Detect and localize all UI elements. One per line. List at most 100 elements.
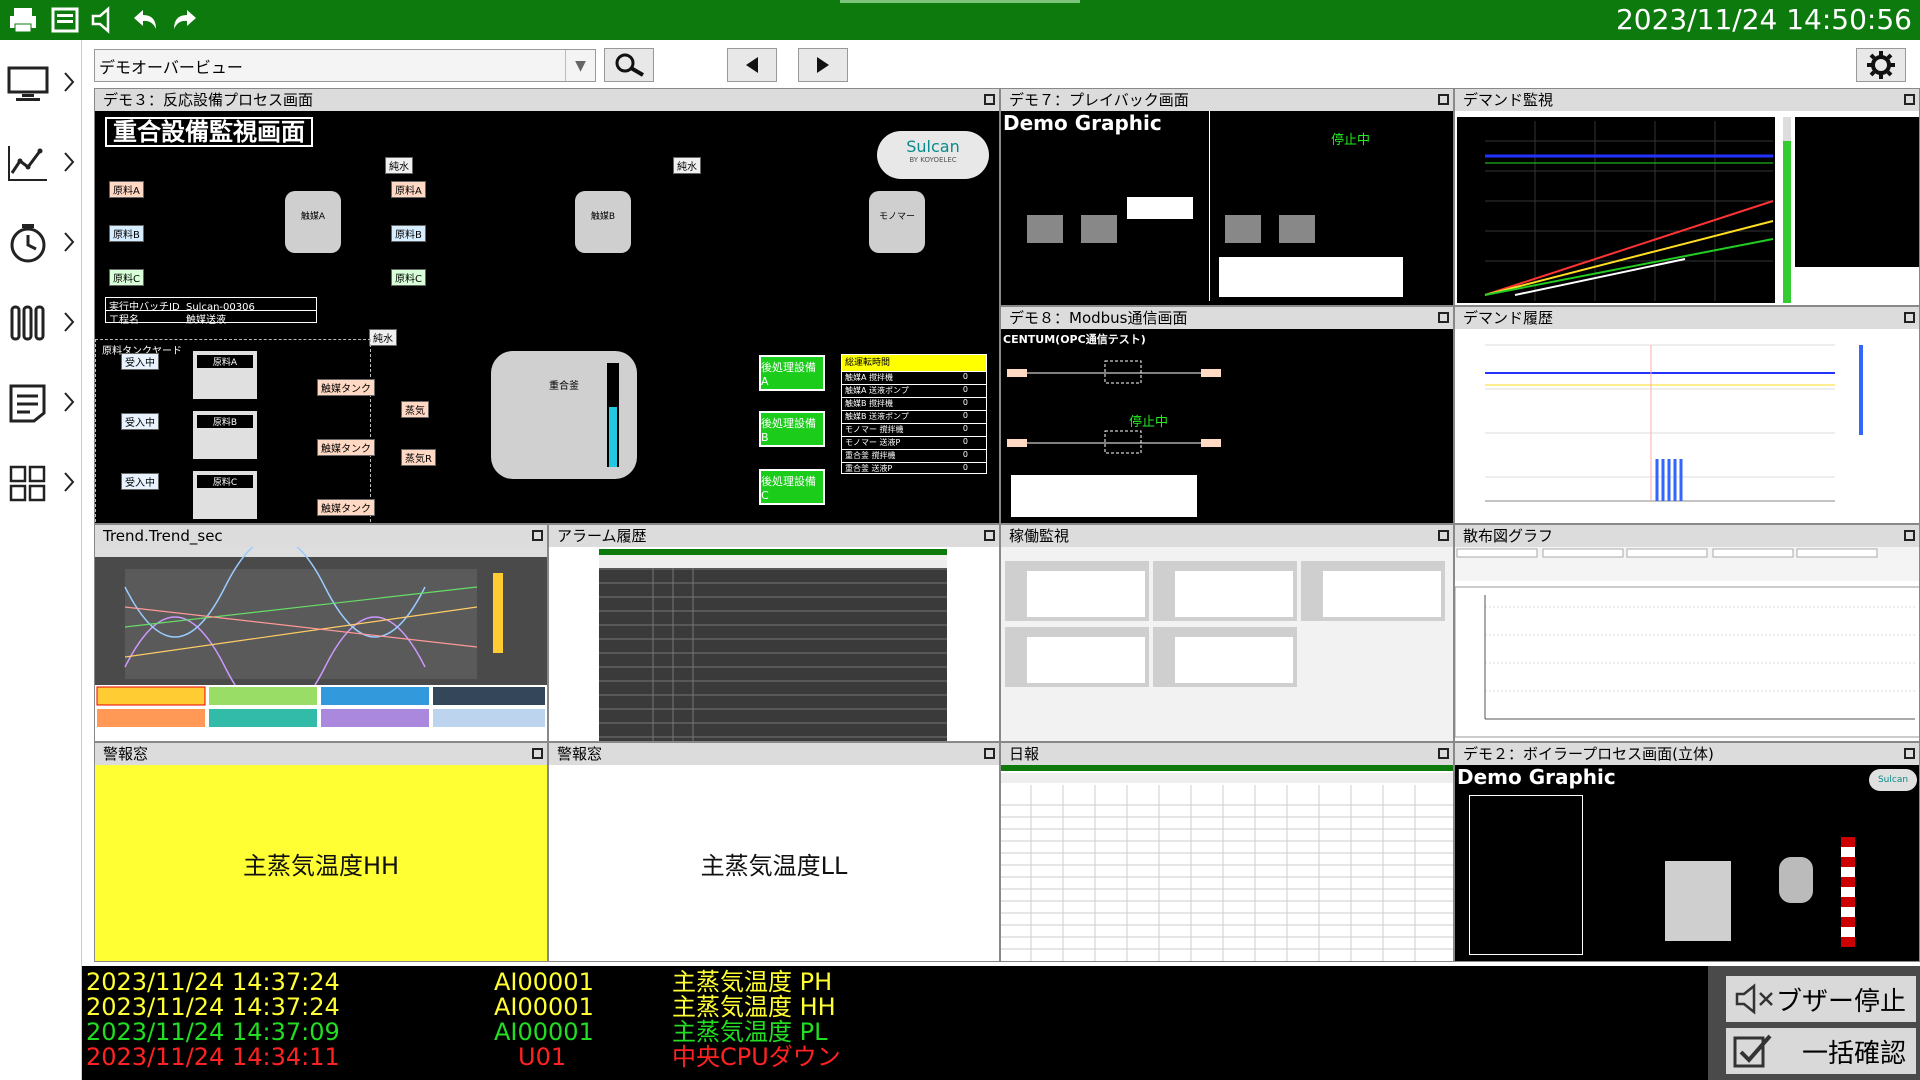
demo8-controls[interactable]: [1011, 475, 1197, 517]
sidebar-item-report[interactable]: [6, 372, 78, 434]
top-bar: 2023/11/24 14:50:56: [0, 0, 1920, 40]
panel-demo7[interactable]: デモ７：プレイバック画面 Demo Graphic 停止中: [1000, 88, 1454, 306]
demo2-graphic[interactable]: Demo Graphic Sulcan: [1455, 765, 1919, 961]
water-tag[interactable]: 純水: [385, 157, 413, 174]
panel-demo2[interactable]: デモ２：ボイラープロセス画面(立体) Demo Graphic Sulcan: [1454, 742, 1920, 962]
chevron-right-icon: [64, 312, 75, 332]
search-button[interactable]: [604, 48, 654, 82]
undo-icon[interactable]: [128, 4, 162, 36]
receive-tag-b: 受入中: [121, 413, 159, 430]
runtime-row: モノマー 送液P 0: [842, 436, 986, 449]
maximize-icon[interactable]: [1438, 94, 1449, 105]
view-select-value: デモオーバービュー: [99, 57, 243, 77]
chevron-right-icon: [64, 72, 75, 92]
runtime-row: 触媒A 撹拌機 0: [842, 371, 986, 384]
demo3-graphic[interactable]: 重合設備監視画面 Sulcan BY KOYOELEC 原料A 原料B 原料C 純…: [95, 111, 999, 523]
sidebar-item-overview[interactable]: [6, 452, 78, 514]
runtime-row: 触媒B 撹拌機 0: [842, 397, 986, 410]
tank-catalyst-b[interactable]: 触媒B: [575, 191, 631, 253]
redo-icon[interactable]: [168, 4, 202, 36]
steam-r-tag[interactable]: 蒸気R: [401, 449, 436, 466]
panel-keihou-2[interactable]: 警報窓 主蒸気温度LL: [548, 742, 1000, 962]
panel-title: 警報窓: [549, 743, 999, 765]
demo2-boiler[interactable]: [1665, 861, 1731, 941]
mat-a-tag[interactable]: 原料A: [109, 181, 144, 198]
sidebar-item-trend[interactable]: [6, 132, 78, 194]
panel-scatter[interactable]: 散布図グラフ: [1454, 524, 1920, 742]
receive-tag-a: 受入中: [121, 353, 159, 370]
confirm-all-button[interactable]: 一括確認: [1726, 1028, 1916, 1074]
sidebar-item-monitor[interactable]: [6, 52, 78, 114]
panel-keihou-1[interactable]: 警報窓 主蒸気温度HH: [94, 742, 548, 962]
print-icon[interactable]: [6, 4, 40, 36]
demo7-graphic[interactable]: Demo Graphic 停止中: [1001, 111, 1453, 305]
runtime-table: 総運転時間 触媒A 撹拌機 0 触媒A 送液ポンプ 0 触媒B 撹拌機 0 触媒B 送液ポン…: [841, 354, 987, 474]
trend-chart[interactable]: [95, 536, 547, 741]
view-select[interactable]: デモオーバービュー ▼: [94, 49, 596, 82]
chevron-down-icon[interactable]: ▼: [565, 50, 595, 81]
scatter-chart[interactable]: [1455, 547, 1919, 741]
panel-daily[interactable]: 日報: [1000, 742, 1454, 962]
yard-tank-c[interactable]: 原料C: [193, 471, 257, 519]
overview-grid: デモ３：反応設備プロセス画面 重合設備監視画面 Sulcan BY KOYOELE…: [94, 88, 1920, 962]
alarm-bar: 2023/11/24 14:37:24 AI00001 主蒸気温度 PH 2023/…: [82, 966, 1708, 1080]
maximize-icon[interactable]: [532, 748, 543, 759]
panel-alarm-history[interactable]: アラーム履歴: [548, 524, 1000, 742]
panel-demand-history[interactable]: デマンド履歴: [1454, 306, 1920, 524]
mat-a2-tag[interactable]: 原料A: [391, 181, 426, 198]
sidebar-item-meters[interactable]: [6, 292, 78, 354]
water-tag-3[interactable]: 純水: [369, 329, 397, 346]
mat-b-tag[interactable]: 原料B: [109, 225, 144, 242]
panel-title: デマンド監視: [1455, 89, 1919, 111]
post-unit-c[interactable]: 後処理設備C: [759, 469, 825, 505]
post-unit-b[interactable]: 後処理設備B: [759, 411, 825, 447]
settings-button[interactable]: [1856, 48, 1906, 82]
panel-title: 稼働監視: [1001, 525, 1453, 547]
panel-demand[interactable]: デマンド監視: [1454, 88, 1920, 306]
maximize-icon[interactable]: [532, 530, 543, 541]
alarm-history-list[interactable]: [549, 547, 999, 741]
daily-report-table[interactable]: [1001, 765, 1453, 961]
demo7-playback-controls[interactable]: [1219, 257, 1403, 297]
print-screen-icon[interactable]: [48, 4, 82, 36]
maximize-icon[interactable]: [1904, 94, 1915, 105]
maximize-icon[interactable]: [984, 748, 995, 759]
maximize-icon[interactable]: [1904, 748, 1915, 759]
mat-b2-tag[interactable]: 原料B: [391, 225, 426, 242]
keihou-2-body[interactable]: 主蒸気温度LL: [549, 765, 999, 961]
yard-tank-a[interactable]: 原料A: [193, 351, 257, 399]
water-tag-2[interactable]: 純水: [673, 157, 701, 174]
steam-tag[interactable]: 蒸気: [401, 401, 429, 418]
maximize-icon[interactable]: [1438, 748, 1449, 759]
maximize-icon[interactable]: [1904, 312, 1915, 323]
prev-page-button[interactable]: [727, 48, 777, 82]
mat-c-tag[interactable]: 原料C: [109, 269, 144, 286]
demand-chart[interactable]: [1455, 111, 1919, 305]
operation-grid[interactable]: [1001, 547, 1453, 741]
panel-trend[interactable]: Trend.Trend_sec: [94, 524, 548, 742]
demo8-graphic[interactable]: CENTUM(OPC通信テスト) 停止中: [1001, 329, 1453, 523]
keihou-1-body[interactable]: 主蒸気温度HH: [95, 765, 547, 961]
panel-demo8[interactable]: デモ８：Modbus通信画面 CENTUM(OPC通信テスト) 停止中: [1000, 306, 1454, 524]
maximize-icon[interactable]: [984, 530, 995, 541]
maximize-icon[interactable]: [984, 94, 995, 105]
maximize-icon[interactable]: [1438, 530, 1449, 541]
speaker-icon[interactable]: [88, 4, 122, 36]
panel-demo3[interactable]: デモ３：反応設備プロセス画面 重合設備監視画面 Sulcan BY KOYOELE…: [94, 88, 1000, 524]
demo2-drum[interactable]: [1779, 857, 1813, 903]
demand-history-chart[interactable]: [1455, 329, 1919, 523]
reactor-level-bar: [607, 363, 619, 467]
post-unit-a[interactable]: 後処理設備A: [759, 355, 825, 391]
yard-tank-b[interactable]: 原料B: [193, 411, 257, 459]
maximize-icon[interactable]: [1904, 530, 1915, 541]
sidebar-item-history[interactable]: [6, 212, 78, 274]
tank-catalyst-a[interactable]: 触媒A: [285, 191, 341, 253]
panel-operation[interactable]: 稼働監視: [1000, 524, 1454, 742]
buzzer-stop-button[interactable]: ブザー停止: [1726, 976, 1916, 1022]
next-page-button[interactable]: [798, 48, 848, 82]
mat-c2-tag[interactable]: 原料C: [391, 269, 426, 286]
tank-monomer[interactable]: モノマー: [869, 191, 925, 253]
panel-title: アラーム履歴: [549, 525, 999, 547]
maximize-icon[interactable]: [1438, 312, 1449, 323]
chevron-right-icon: [64, 392, 75, 412]
